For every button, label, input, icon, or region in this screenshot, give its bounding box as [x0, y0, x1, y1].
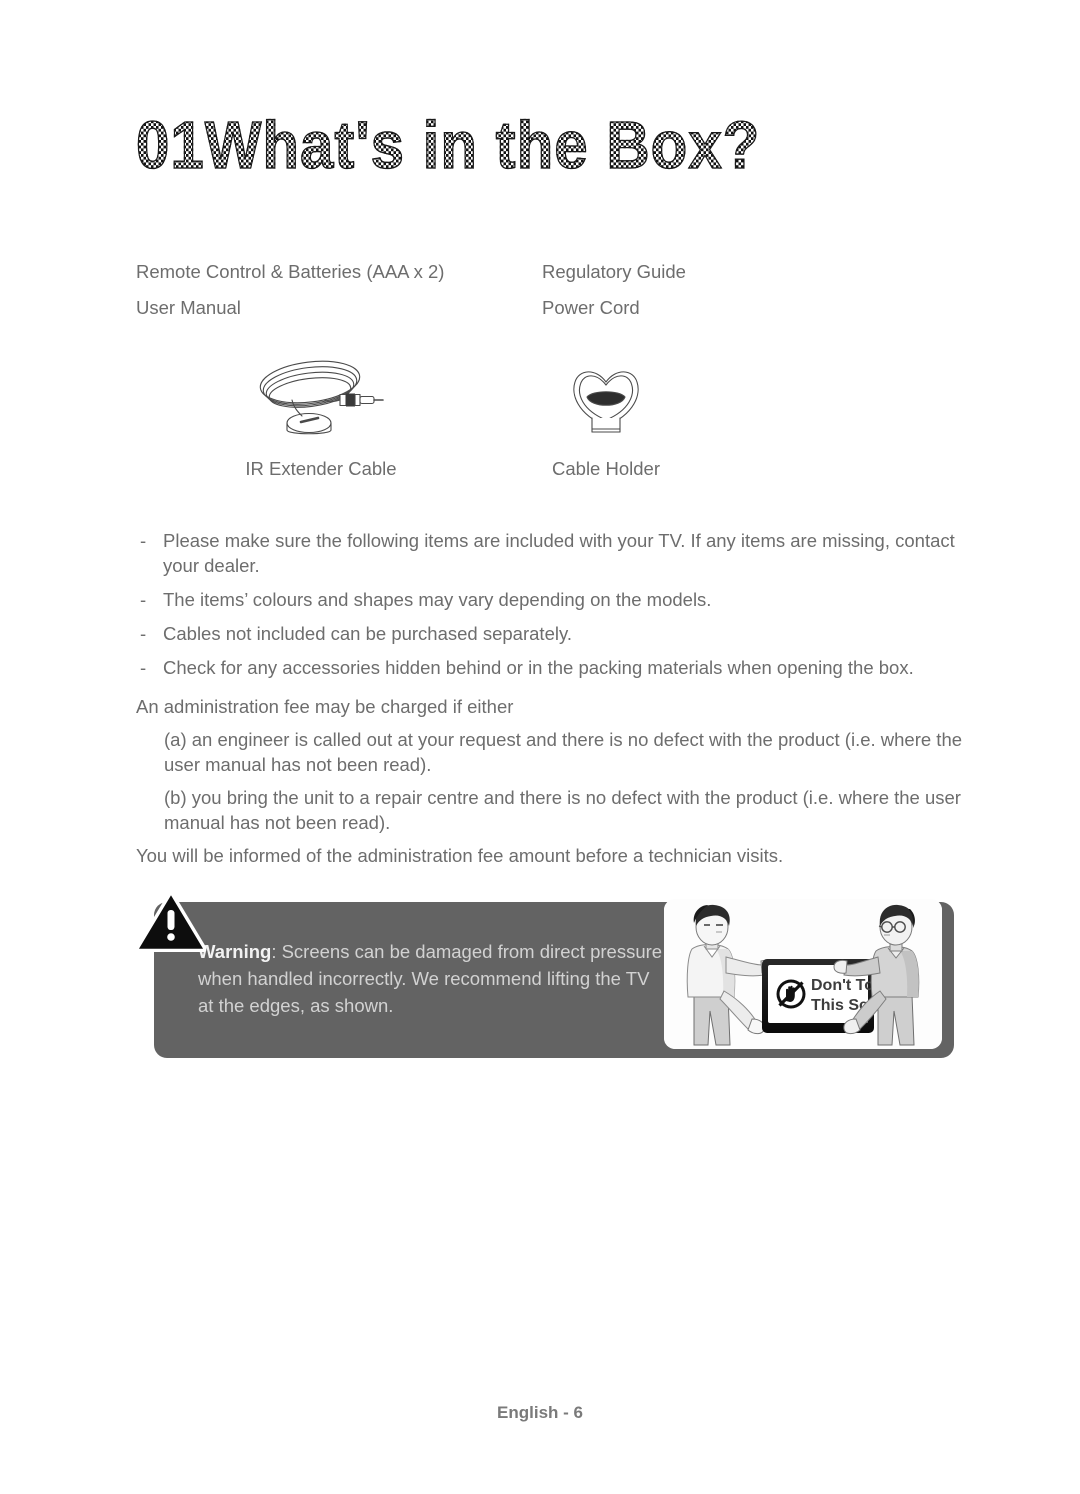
warning-message: Warning: Screens can be damaged from dir… [198, 938, 668, 1019]
dash-bullet: - [140, 657, 147, 678]
admin-fee-clause-b: (b) you bring the unit to a repair centr… [164, 787, 961, 833]
list-item: User Manual [136, 296, 241, 318]
dash-bullet: - [140, 623, 147, 644]
list-item: Regulatory Guide [542, 261, 686, 282]
accessory-caption: Cable Holder [552, 458, 660, 479]
administration-fee-section: An administration fee may be charged if … [136, 694, 966, 876]
admin-fee-intro: An administration fee may be charged if … [136, 696, 514, 717]
warning-label: Warning [198, 941, 272, 962]
note-text: Check for any accessories hidden behind … [163, 657, 914, 678]
accessory-cable-holder: Cable Holder [481, 352, 731, 479]
warning-callout: Warning: Screens can be damaged from dir… [135, 890, 954, 1058]
list-item: Power Cord [542, 296, 640, 318]
box-contents-left-column: Remote Control & Batteries (AAA x 2) Use… [136, 261, 445, 334]
list-item: Remote Control & Batteries (AAA x 2) [136, 261, 445, 282]
notes-list: - Please make sure the following items a… [136, 528, 966, 689]
accessory-caption: IR Extender Cable [245, 458, 397, 479]
ir-extender-cable-icon [186, 352, 456, 444]
admin-fee-clause-a: (a) an engineer is called out at your re… [164, 729, 963, 775]
note-text: Cables not included can be purchased sep… [163, 623, 572, 644]
box-contents-right-column: Regulatory Guide Power Cord [542, 261, 686, 334]
note-item: - The items’ colours and shapes may vary… [136, 587, 966, 612]
tv-lifting-illustration: Don't Touch This Screen! [664, 899, 942, 1049]
note-item: - Check for any accessories hidden behin… [136, 655, 966, 680]
dash-bullet: - [140, 530, 147, 551]
no-hand-icon [776, 979, 806, 1009]
page-title: 01What's in the Box? [135, 107, 761, 183]
dash-bullet: - [140, 589, 147, 610]
accessory-illustrations: IR Extender Cable Cable Holder [136, 352, 956, 482]
cable-holder-icon [481, 352, 731, 444]
document-page: 01What's in the Box? Remote Control & Ba… [0, 0, 1080, 1494]
accessory-ir-extender-cable: IR Extender Cable [186, 352, 456, 479]
note-text: The items’ colours and shapes may vary d… [163, 589, 712, 610]
warning-separator: : [271, 941, 282, 962]
note-text: Please make sure the following items are… [163, 530, 955, 576]
note-item: - Cables not included can be purchased s… [136, 621, 966, 646]
admin-fee-closing: You will be informed of the administrati… [136, 845, 784, 866]
note-item: - Please make sure the following items a… [136, 528, 966, 578]
warning-triangle-icon [135, 890, 207, 953]
page-footer: English - 6 [497, 1403, 583, 1422]
